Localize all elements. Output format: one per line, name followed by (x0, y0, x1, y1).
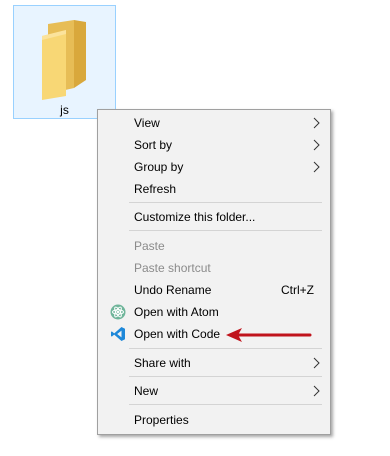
menu-item-label: Share with (134, 356, 191, 370)
vscode-icon (111, 327, 125, 341)
menu-item-label: Group by (134, 160, 184, 174)
menu-item-label: Sort by (134, 138, 173, 152)
menu-separator (129, 202, 322, 203)
menu-item-label: Open with Atom (134, 305, 219, 319)
menu-item-open-with-atom[interactable]: Open with Atom (100, 301, 328, 323)
menu-item-share-with[interactable]: Share with (100, 352, 328, 374)
menu-item-label: Paste (134, 239, 165, 253)
menu-item-sort-by[interactable]: Sort by (100, 134, 328, 156)
atom-icon (110, 304, 126, 320)
menu-item-group-by[interactable]: Group by (100, 156, 328, 178)
folder-js[interactable]: js (13, 5, 116, 119)
menu-item-shortcut: Ctrl+Z (281, 283, 314, 297)
menu-item-view[interactable]: View (100, 112, 328, 134)
chevron-right-icon (313, 357, 320, 369)
red-arrow-pointer-icon (226, 328, 312, 342)
menu-item-label: Open with Code (134, 327, 221, 341)
menu-separator (129, 348, 322, 349)
menu-item-properties[interactable]: Properties (100, 409, 328, 431)
menu-separator (129, 404, 322, 405)
menu-item-label: New (134, 384, 159, 398)
menu-separator (129, 376, 322, 377)
menu-item-label: Refresh (134, 182, 177, 196)
folder-icon (42, 20, 86, 100)
chevron-right-icon (313, 385, 320, 397)
menu-item-label: Customize this folder... (134, 210, 256, 224)
chevron-right-icon (313, 139, 320, 151)
chevron-right-icon (313, 161, 320, 173)
chevron-right-icon (313, 117, 320, 129)
menu-separator (129, 230, 322, 231)
menu-item-label: View (134, 116, 160, 130)
menu-item-customize-folder[interactable]: Customize this folder... (100, 206, 328, 228)
menu-item-paste: Paste (100, 235, 328, 257)
menu-item-label: Properties (134, 413, 189, 427)
menu-item-undo-rename[interactable]: Undo Rename Ctrl+Z (100, 279, 328, 301)
menu-item-label: Paste shortcut (134, 261, 211, 275)
menu-item-new[interactable]: New (100, 380, 328, 402)
context-menu: View Sort by Group by Refresh Customize … (97, 109, 331, 435)
menu-item-label: Undo Rename (134, 283, 212, 297)
menu-item-refresh[interactable]: Refresh (100, 178, 328, 200)
menu-item-paste-shortcut: Paste shortcut (100, 257, 328, 279)
